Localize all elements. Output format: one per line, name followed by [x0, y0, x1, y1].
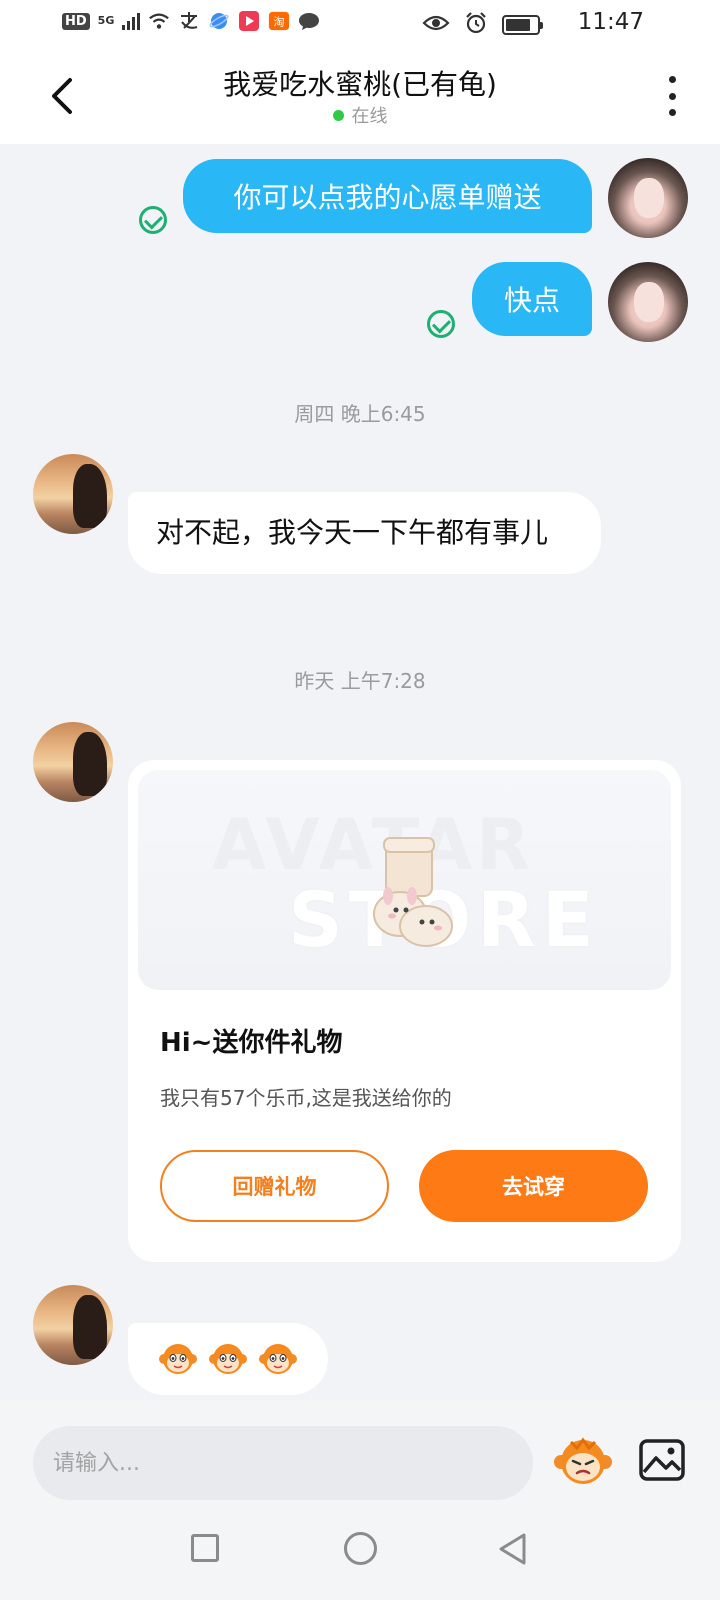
video-app-icon	[238, 10, 260, 32]
message-input-bar	[0, 1400, 720, 1510]
status-bar: HD 5G 淘 11:47	[0, 0, 720, 48]
gift-card[interactable]: AVATAR STORE Hi~送你件礼物 我只有57个乐币,这是我送给你的 回…	[128, 760, 681, 1262]
system-back-button[interactable]	[496, 1532, 530, 1566]
contact-avatar[interactable]	[33, 1285, 113, 1365]
gift-description: 我只有57个乐币,这是我送给你的	[160, 1086, 452, 1110]
recent-apps-button[interactable]	[191, 1534, 219, 1562]
chat-app-icon	[298, 10, 320, 32]
more-options-button[interactable]	[666, 76, 678, 116]
contact-avatar[interactable]	[33, 722, 113, 802]
message-text: 对不起，我今天一下午都有事儿	[156, 516, 549, 549]
message-timestamp: 昨天 上午7:28	[294, 669, 426, 693]
signal-icon	[122, 12, 141, 30]
chat-header: 我爱吃水蜜桃(已有龟) 在线	[0, 48, 720, 144]
monkey-sticker-icon	[554, 1437, 612, 1484]
hd-badge: HD	[62, 12, 90, 30]
contact-avatar[interactable]	[33, 454, 113, 534]
more-dot-icon	[668, 92, 676, 100]
return-gift-button[interactable]: 回赠礼物	[160, 1150, 389, 1222]
wifi-icon	[148, 10, 170, 32]
alarm-icon	[464, 11, 488, 39]
image-picker-button[interactable]	[638, 1438, 686, 1482]
gift-socks-icon	[373, 837, 453, 947]
gift-title: Hi~送你件礼物	[160, 1028, 343, 1058]
system-nav-bar	[0, 1510, 720, 1600]
message-text: 你可以点我的心愿单赠送	[233, 181, 542, 214]
message-input[interactable]	[33, 1426, 533, 1500]
status-right-icons	[422, 11, 543, 39]
browser-icon	[208, 10, 230, 32]
monkey-emoji-icon	[159, 1344, 197, 1374]
more-dot-icon	[668, 76, 676, 83]
clock: 11:47	[577, 9, 644, 35]
message-timestamp: 周四 晚上6:45	[294, 402, 426, 426]
home-button[interactable]	[344, 1532, 377, 1565]
message-text: 快点	[503, 284, 560, 317]
taobao-icon: 淘	[268, 10, 290, 32]
svg-text:淘: 淘	[274, 16, 285, 29]
try-on-button[interactable]: 去试穿	[419, 1150, 648, 1222]
gift-preview-image[interactable]: AVATAR STORE	[138, 770, 671, 990]
message-bubble-incoming[interactable]	[128, 1323, 328, 1395]
self-avatar[interactable]	[608, 262, 688, 342]
read-check-icon	[427, 310, 455, 338]
alipay-icon	[178, 10, 200, 32]
status-left-icons: HD 5G 淘	[62, 10, 320, 32]
monkey-emoji-icon	[259, 1344, 297, 1374]
eye-icon	[422, 13, 450, 37]
message-bubble-incoming[interactable]: 对不起，我今天一下午都有事儿	[128, 492, 601, 574]
chat-title: 我爱吃水蜜桃(已有龟)	[223, 68, 497, 101]
online-status: 在线	[0, 102, 720, 128]
battery-icon	[502, 15, 543, 35]
network-5g-label: 5G	[97, 14, 115, 27]
emoji-button[interactable]	[553, 1434, 613, 1488]
self-avatar[interactable]	[608, 158, 688, 238]
more-dot-icon	[668, 109, 676, 116]
read-check-icon	[139, 206, 167, 234]
online-status-label: 在线	[351, 106, 388, 127]
image-icon	[639, 1439, 685, 1481]
online-dot-icon	[332, 109, 344, 121]
triangle-back-icon	[499, 1533, 526, 1565]
message-bubble-outgoing[interactable]: 你可以点我的心愿单赠送	[183, 159, 592, 233]
monkey-emoji-icon	[209, 1344, 247, 1374]
message-bubble-outgoing[interactable]: 快点	[472, 262, 592, 336]
